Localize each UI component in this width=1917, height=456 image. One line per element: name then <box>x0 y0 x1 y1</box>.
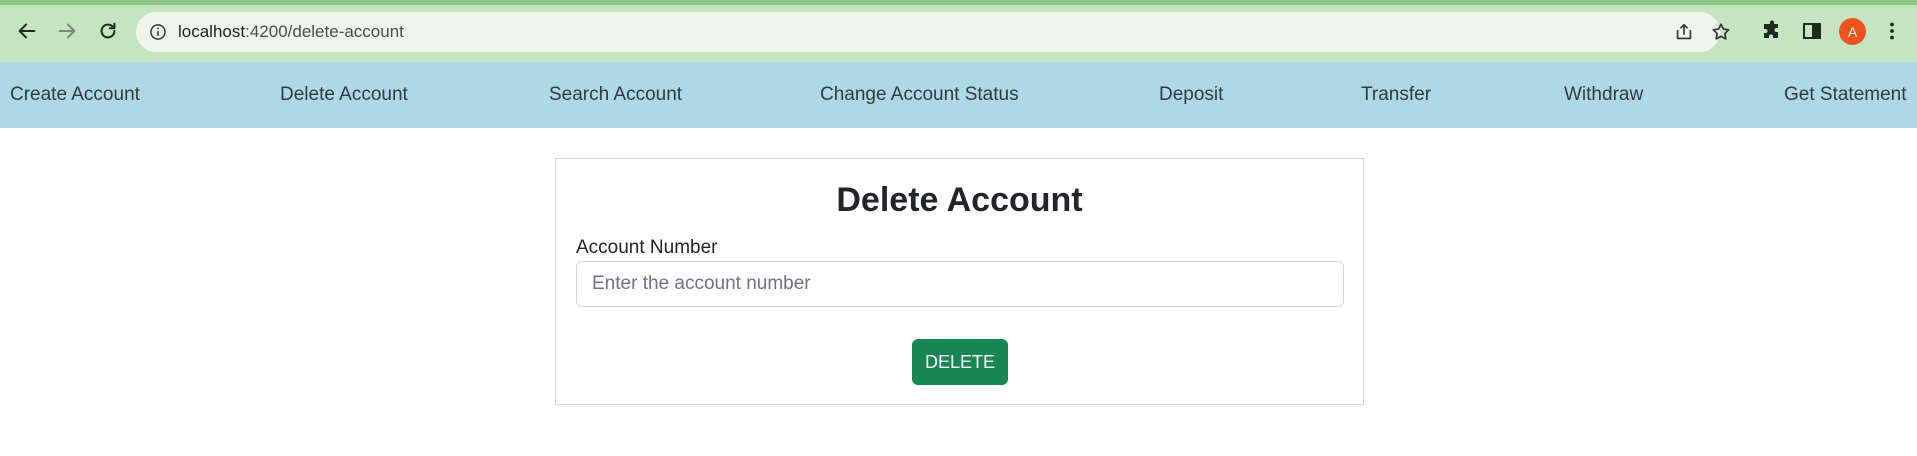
nav-transfer[interactable]: Transfer <box>1361 84 1431 106</box>
delete-account-card: Delete Account Account Number DELETE <box>555 158 1364 405</box>
profile-avatar[interactable]: A <box>1839 18 1866 45</box>
tab-strip-edge <box>0 0 1917 5</box>
app-navbar: Create Account Delete Account Search Acc… <box>0 62 1917 128</box>
avatar-initial: A <box>1847 23 1858 40</box>
nav-delete-account[interactable]: Delete Account <box>280 84 408 106</box>
url-path: :4200/delete-account <box>245 22 404 41</box>
nav-deposit[interactable]: Deposit <box>1159 84 1223 106</box>
nav-get-statement[interactable]: Get Statement <box>1784 84 1907 106</box>
account-number-label: Account Number <box>576 237 718 258</box>
address-url[interactable]: localhost:4200/delete-account <box>178 22 404 42</box>
back-arrow-icon[interactable] <box>10 14 44 48</box>
browser-toolbar: localhost:4200/delete-account A <box>0 0 1917 62</box>
bookmark-star-icon[interactable] <box>1710 21 1732 43</box>
site-info-icon[interactable] <box>148 22 168 42</box>
url-host: localhost <box>178 22 246 41</box>
nav-withdraw[interactable]: Withdraw <box>1564 84 1643 106</box>
forward-arrow-icon[interactable] <box>50 14 84 48</box>
delete-button[interactable]: DELETE <box>912 339 1008 385</box>
account-number-input[interactable] <box>576 261 1344 307</box>
page-title: Delete Account <box>836 181 1083 219</box>
nav-create-account[interactable]: Create Account <box>10 84 140 106</box>
side-panel-icon[interactable] <box>1800 19 1824 43</box>
more-menu-icon[interactable] <box>1880 19 1904 43</box>
extensions-icon[interactable] <box>1760 19 1784 43</box>
nav-search-account[interactable]: Search Account <box>549 84 682 106</box>
address-bar[interactable]: localhost:4200/delete-account <box>136 12 1730 52</box>
nav-change-account-status[interactable]: Change Account Status <box>820 84 1019 106</box>
share-icon[interactable] <box>1673 21 1695 43</box>
reload-icon[interactable] <box>91 14 125 48</box>
